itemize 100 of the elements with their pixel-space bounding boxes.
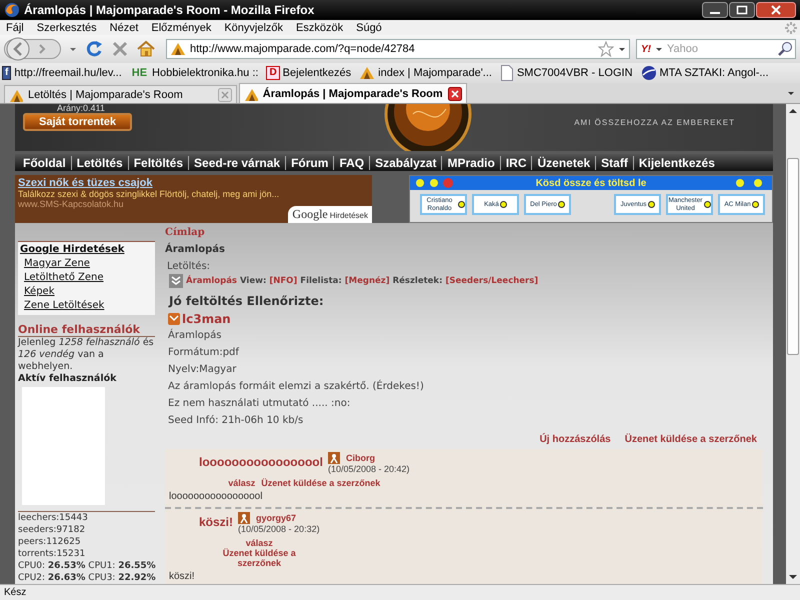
search-field[interactable]: Y! Yahoo (636, 39, 796, 59)
description-line: Nyelv:Magyar (168, 363, 236, 377)
close-tab-icon[interactable] (448, 86, 462, 100)
window-title: Áramlopás | Majomparade's Room - Mozilla Firefox (24, 3, 316, 17)
checked-by-label: Jó feltöltés Ellenőrizte: (169, 294, 324, 308)
bookmark-item[interactable]: MTA SZTAKI: Angol-... (640, 65, 769, 81)
download-link[interactable]: [NFO] (269, 276, 298, 286)
minimize-button[interactable] (702, 2, 728, 18)
nav-link[interactable]: Főoldal (18, 156, 72, 170)
description-line: Seed Infó: 21h-06h 10 kb/s (168, 414, 304, 428)
bookmark-item[interactable]: SMC7004VBR - LOGIN (500, 65, 633, 81)
bookmark-item[interactable]: f http://freemail.hu/lev... (2, 66, 122, 80)
firefox-icon (4, 2, 20, 18)
back-forward-buttons[interactable] (4, 37, 62, 61)
nav-link[interactable]: Seed-re várnak (189, 156, 286, 170)
download-label: Letöltés: (167, 261, 210, 272)
stop-icon[interactable] (110, 39, 130, 59)
download-link[interactable]: [Megnéz] (344, 276, 390, 286)
search-engine-button[interactable]: Y! (639, 44, 653, 54)
nav-link[interactable]: Staff (596, 156, 634, 170)
bookmark-item[interactable]: index | Majomparade'... (359, 65, 492, 81)
scroll-thumb[interactable] (787, 158, 799, 355)
nav-link[interactable]: MPradio (442, 156, 501, 170)
bookmark-star-icon[interactable] (598, 41, 614, 57)
page-title: Áramlopás (165, 244, 225, 255)
nav-link[interactable]: IRC (500, 156, 532, 170)
block-subheading: Aktív felhasználók (18, 373, 118, 384)
nav-link[interactable]: Üzenetek (532, 156, 596, 170)
menu-item[interactable]: Szerkesztés (32, 22, 101, 34)
download-icon[interactable] (169, 274, 183, 288)
letter-icon: f (2, 66, 12, 80)
download-link[interactable]: Áramlopás (186, 276, 237, 286)
letter-icon: D (266, 66, 280, 80)
browser-tab[interactable]: Letöltés | Majomparade's Room (4, 85, 237, 103)
ratio-text: Arány:0.411 (57, 104, 105, 113)
ad-link[interactable]: Képek (24, 285, 55, 299)
online-text: Jelenleg 1258 felhasználó és 126 vendég van a webhelyen. (18, 337, 155, 373)
stat-text: seeders:97182 (18, 524, 86, 536)
slogan-text: AMI ÖSSZEHOZZA AZ EMBEREKET (574, 118, 735, 127)
comment-action-link[interactable]: Üzenet küldése a szerzőnek (261, 478, 380, 488)
ad-link[interactable]: Zene Letöltések (24, 299, 104, 313)
globe-icon (640, 65, 657, 81)
user-icon (328, 452, 340, 464)
comment-title: köszi! (199, 514, 234, 531)
ad-text: Találkozz szexi & dögös szinglikkel Flörtölj, chatelj, meg ami jön... (18, 189, 280, 199)
menu-item[interactable]: Könyvjelzők (220, 22, 288, 34)
comment-action-link[interactable]: válasz (228, 478, 256, 488)
menu-item[interactable]: Súgó (352, 22, 386, 34)
nav-link[interactable]: Szabályzat (370, 156, 442, 170)
address-field[interactable]: http://www.majomparade.com/?q=node/42784 (166, 39, 630, 59)
menu-item[interactable]: Előzmények (147, 22, 216, 34)
google-logo-text: Google (292, 207, 328, 222)
nav-link[interactable]: Letöltés (72, 156, 129, 170)
ads-title-link[interactable]: Google Hirdetések (20, 243, 124, 257)
comment-action-link[interactable]: válasz (246, 538, 273, 548)
stat-text: peers:112625 (18, 536, 82, 548)
author-link[interactable]: Ciborg (346, 452, 375, 464)
reload-icon[interactable] (84, 39, 104, 59)
nav-link[interactable]: Fórum (286, 156, 334, 170)
scrollbar[interactable] (786, 104, 800, 584)
ad-link[interactable]: Szexi nők és tüzes csajok (18, 177, 153, 189)
field-label: Filelista: (300, 276, 342, 286)
nav-link[interactable]: Feltöltés (128, 156, 190, 170)
comment-action-link[interactable]: Üzenet küldése a szerzőnek (202, 548, 317, 568)
action-link[interactable]: Üzenet küldése a szerzőnek (624, 434, 757, 445)
page-icon (500, 65, 514, 81)
description-line: Az áramlopás formáit elemzi a szakértő. (Érdekes!) (168, 379, 424, 394)
widget-title: Kösd össze és töltsd le (536, 178, 646, 188)
nav-link[interactable]: Kijelentkezés (634, 156, 720, 170)
cpu-text: CPU0: 26.53% CPU1: 26.55% (18, 560, 155, 572)
browser-tab[interactable]: Áramlopás | Majomparade's Room (238, 83, 467, 103)
description-line: Áramlopás (168, 328, 222, 343)
download-link[interactable]: [Seeders/Leechers] (446, 276, 538, 286)
ad-link[interactable]: Letölthető Zene (24, 271, 104, 285)
user-link[interactable]: lc3man (182, 312, 231, 326)
letter-icon: HE (130, 67, 150, 79)
throbber-icon (784, 20, 798, 34)
site-icon (359, 65, 376, 81)
ad-link[interactable]: Magyar Zene (24, 257, 90, 271)
bookmark-item[interactable]: D Bejelentkezés (266, 66, 352, 80)
close-button[interactable] (756, 2, 796, 18)
ads-label: Hirdetések (330, 211, 368, 220)
nav-link[interactable]: FAQ (334, 156, 370, 170)
site-icon (244, 86, 258, 100)
site-icon (9, 88, 23, 102)
my-torrents-button[interactable]: Saját torrentek (23, 113, 132, 131)
author-link[interactable]: gyorgy67 (256, 512, 296, 524)
menu-item[interactable]: Nézet (106, 22, 142, 34)
block-heading: Online felhasználók (18, 323, 155, 337)
menu-item[interactable]: Fájl (2, 22, 28, 34)
user-icon (238, 512, 250, 524)
home-icon[interactable] (136, 39, 156, 59)
menu-item[interactable]: Eszközök (292, 22, 348, 34)
ad-url: www.SMS-Kapcsolatok.hu (18, 199, 124, 209)
bookmark-item[interactable]: HE Hobbielektronika.hu :: (130, 67, 258, 79)
action-link[interactable]: Új hozzászólás (540, 434, 611, 445)
field-label: View: (240, 276, 266, 286)
search-icon[interactable] (777, 41, 793, 57)
maximize-button[interactable] (729, 2, 755, 18)
comment-text: looooooooooooooool (169, 491, 264, 503)
